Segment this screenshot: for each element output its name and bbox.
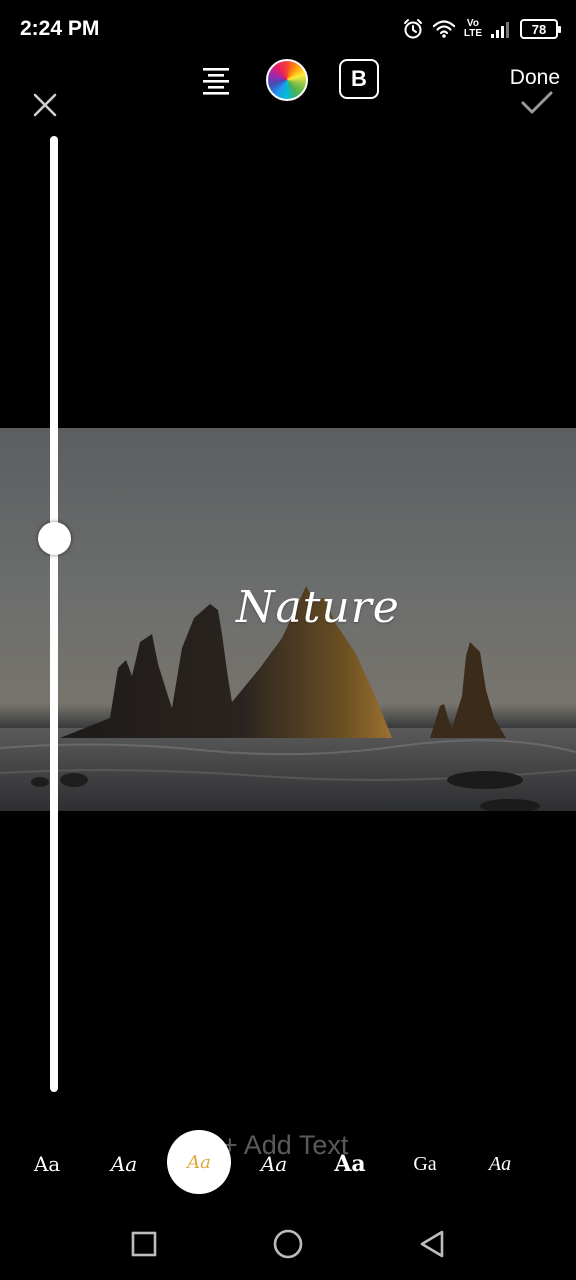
- status-time: 2:24 PM: [20, 17, 100, 40]
- wifi-icon: [432, 20, 455, 38]
- text-size-slider-track[interactable]: [50, 136, 58, 1092]
- back-icon: [420, 1230, 444, 1258]
- volte-indicator: Vo LTE: [464, 19, 482, 39]
- volte-bottom: LTE: [463, 28, 482, 39]
- alarm-icon: [403, 19, 422, 39]
- font-option-7[interactable]: Aa: [484, 1148, 516, 1180]
- font-option-2[interactable]: Aa: [104, 1148, 144, 1180]
- system-nav-bar: [0, 1200, 576, 1280]
- close-button[interactable]: [28, 88, 62, 122]
- font-option-5[interactable]: Aa: [331, 1148, 369, 1180]
- status-icons: Vo LTE 78: [402, 16, 561, 42]
- color-wheel-button[interactable]: [266, 59, 308, 101]
- home-icon: [273, 1229, 303, 1259]
- status-bar: 2:24 PM Vo LTE 78: [0, 0, 576, 58]
- battery-level: 78: [531, 21, 547, 37]
- home-button[interactable]: [268, 1224, 308, 1264]
- font-option-4[interactable]: Aa: [254, 1148, 294, 1180]
- font-option-6[interactable]: Ga: [411, 1148, 439, 1180]
- font-picker: Aa Aa Aa Aa Aa Ga Aa: [0, 1130, 576, 1196]
- editor-toolbar: B Done: [0, 56, 576, 117]
- recent-apps-icon: [131, 1231, 157, 1257]
- align-center-icon: [203, 68, 229, 95]
- signal-icon: [491, 22, 509, 38]
- align-center-button[interactable]: [196, 60, 236, 100]
- overlay-text[interactable]: Nature: [236, 582, 416, 633]
- font-option-1[interactable]: Aa: [30, 1148, 64, 1180]
- back-button[interactable]: [412, 1224, 452, 1264]
- font-option-3-selected[interactable]: Aa: [167, 1130, 231, 1194]
- text-size-slider-thumb[interactable]: [38, 522, 71, 555]
- recent-apps-button[interactable]: [124, 1224, 164, 1264]
- close-icon: [33, 93, 57, 117]
- done-button[interactable]: Done: [510, 66, 560, 90]
- bold-button[interactable]: B: [339, 59, 379, 99]
- check-icon[interactable]: [520, 90, 554, 116]
- battery-icon: 78: [520, 19, 561, 39]
